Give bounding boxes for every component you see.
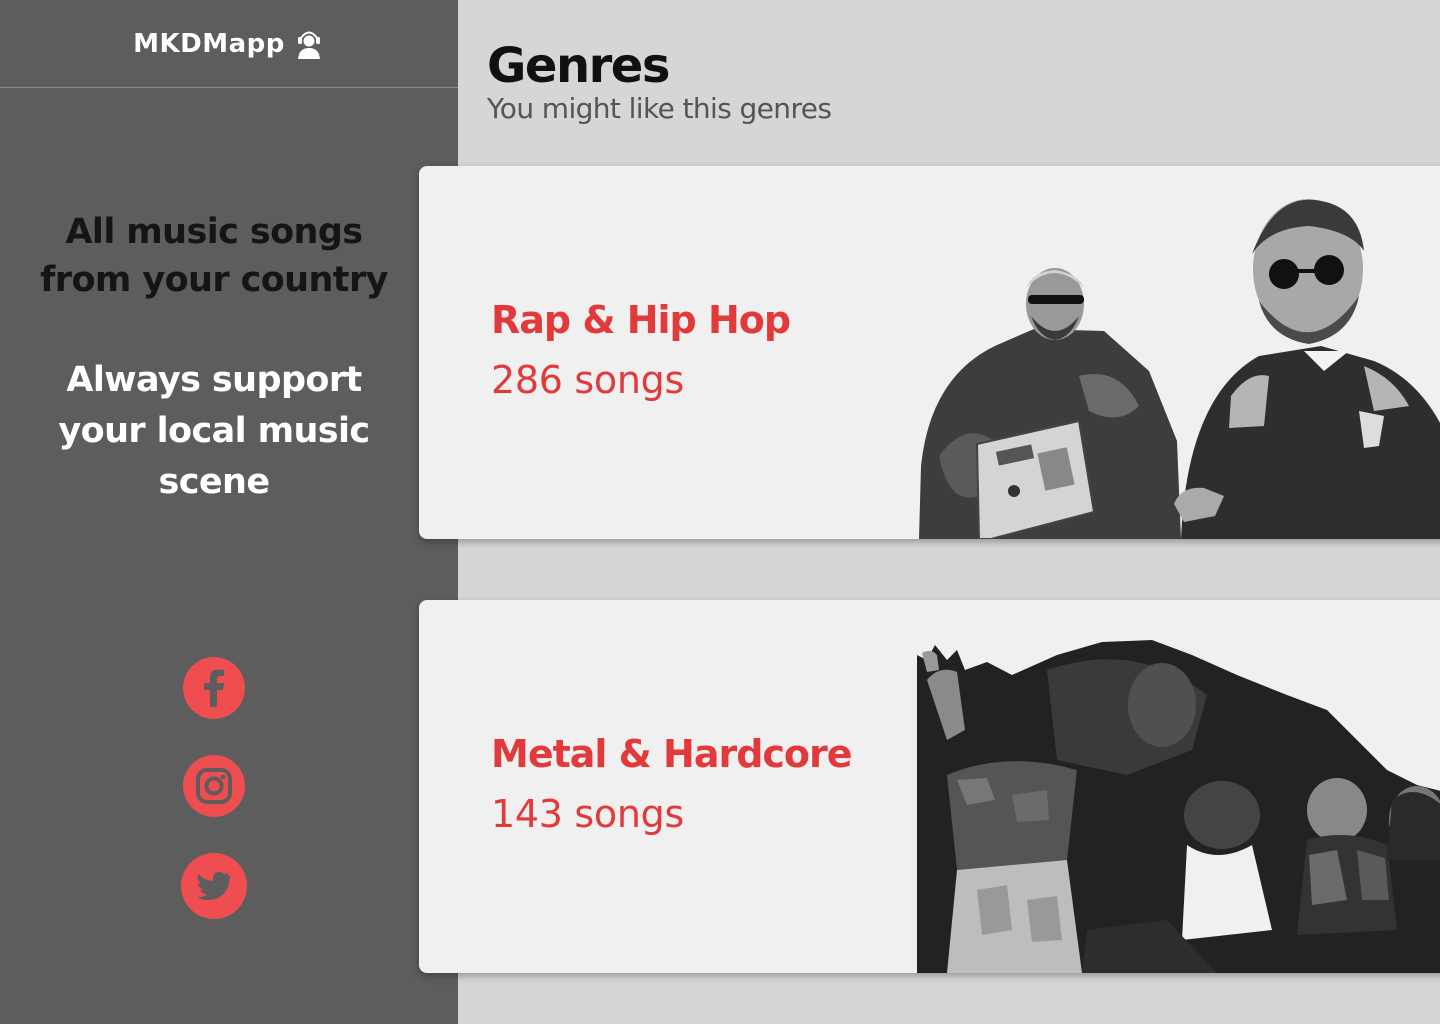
tagline: All music songs from your country [0, 208, 428, 304]
user-headset-icon [293, 28, 325, 60]
genre-card-rap-hip-hop[interactable]: Rap & Hip Hop 286 songs [419, 166, 1440, 539]
metal-hardcore-photo [917, 640, 1440, 973]
twitter-icon[interactable] [181, 853, 247, 919]
instagram-icon[interactable] [183, 755, 245, 817]
sidebar: MKDMapp All music songs from your countr… [0, 0, 458, 1024]
tagline-line: from your country [40, 260, 388, 300]
social-facebook [0, 657, 428, 719]
support-line: your local music [58, 411, 370, 451]
genre-song-count: 143 songs [491, 792, 684, 836]
genre-name: Rap & Hip Hop [491, 298, 791, 342]
genre-song-count: 286 songs [491, 358, 684, 402]
brand-name: MKDMapp [133, 28, 285, 59]
support-line: Always support [66, 360, 362, 400]
tagline-line: All music songs [65, 212, 363, 252]
social-twitter [0, 853, 428, 919]
genre-card-metal-hardcore[interactable]: Metal & Hardcore 143 songs [419, 600, 1440, 973]
rap-hip-hop-photo [919, 199, 1440, 539]
brand-header[interactable]: MKDMapp [0, 0, 458, 88]
page-title: Genres [487, 38, 670, 94]
social-instagram [0, 755, 428, 817]
facebook-icon[interactable] [183, 657, 245, 719]
support-message: Always support your local music scene [0, 355, 428, 508]
genre-name: Metal & Hardcore [491, 732, 853, 776]
page-subtitle: You might like this genres [487, 92, 832, 125]
support-line: scene [158, 462, 271, 502]
